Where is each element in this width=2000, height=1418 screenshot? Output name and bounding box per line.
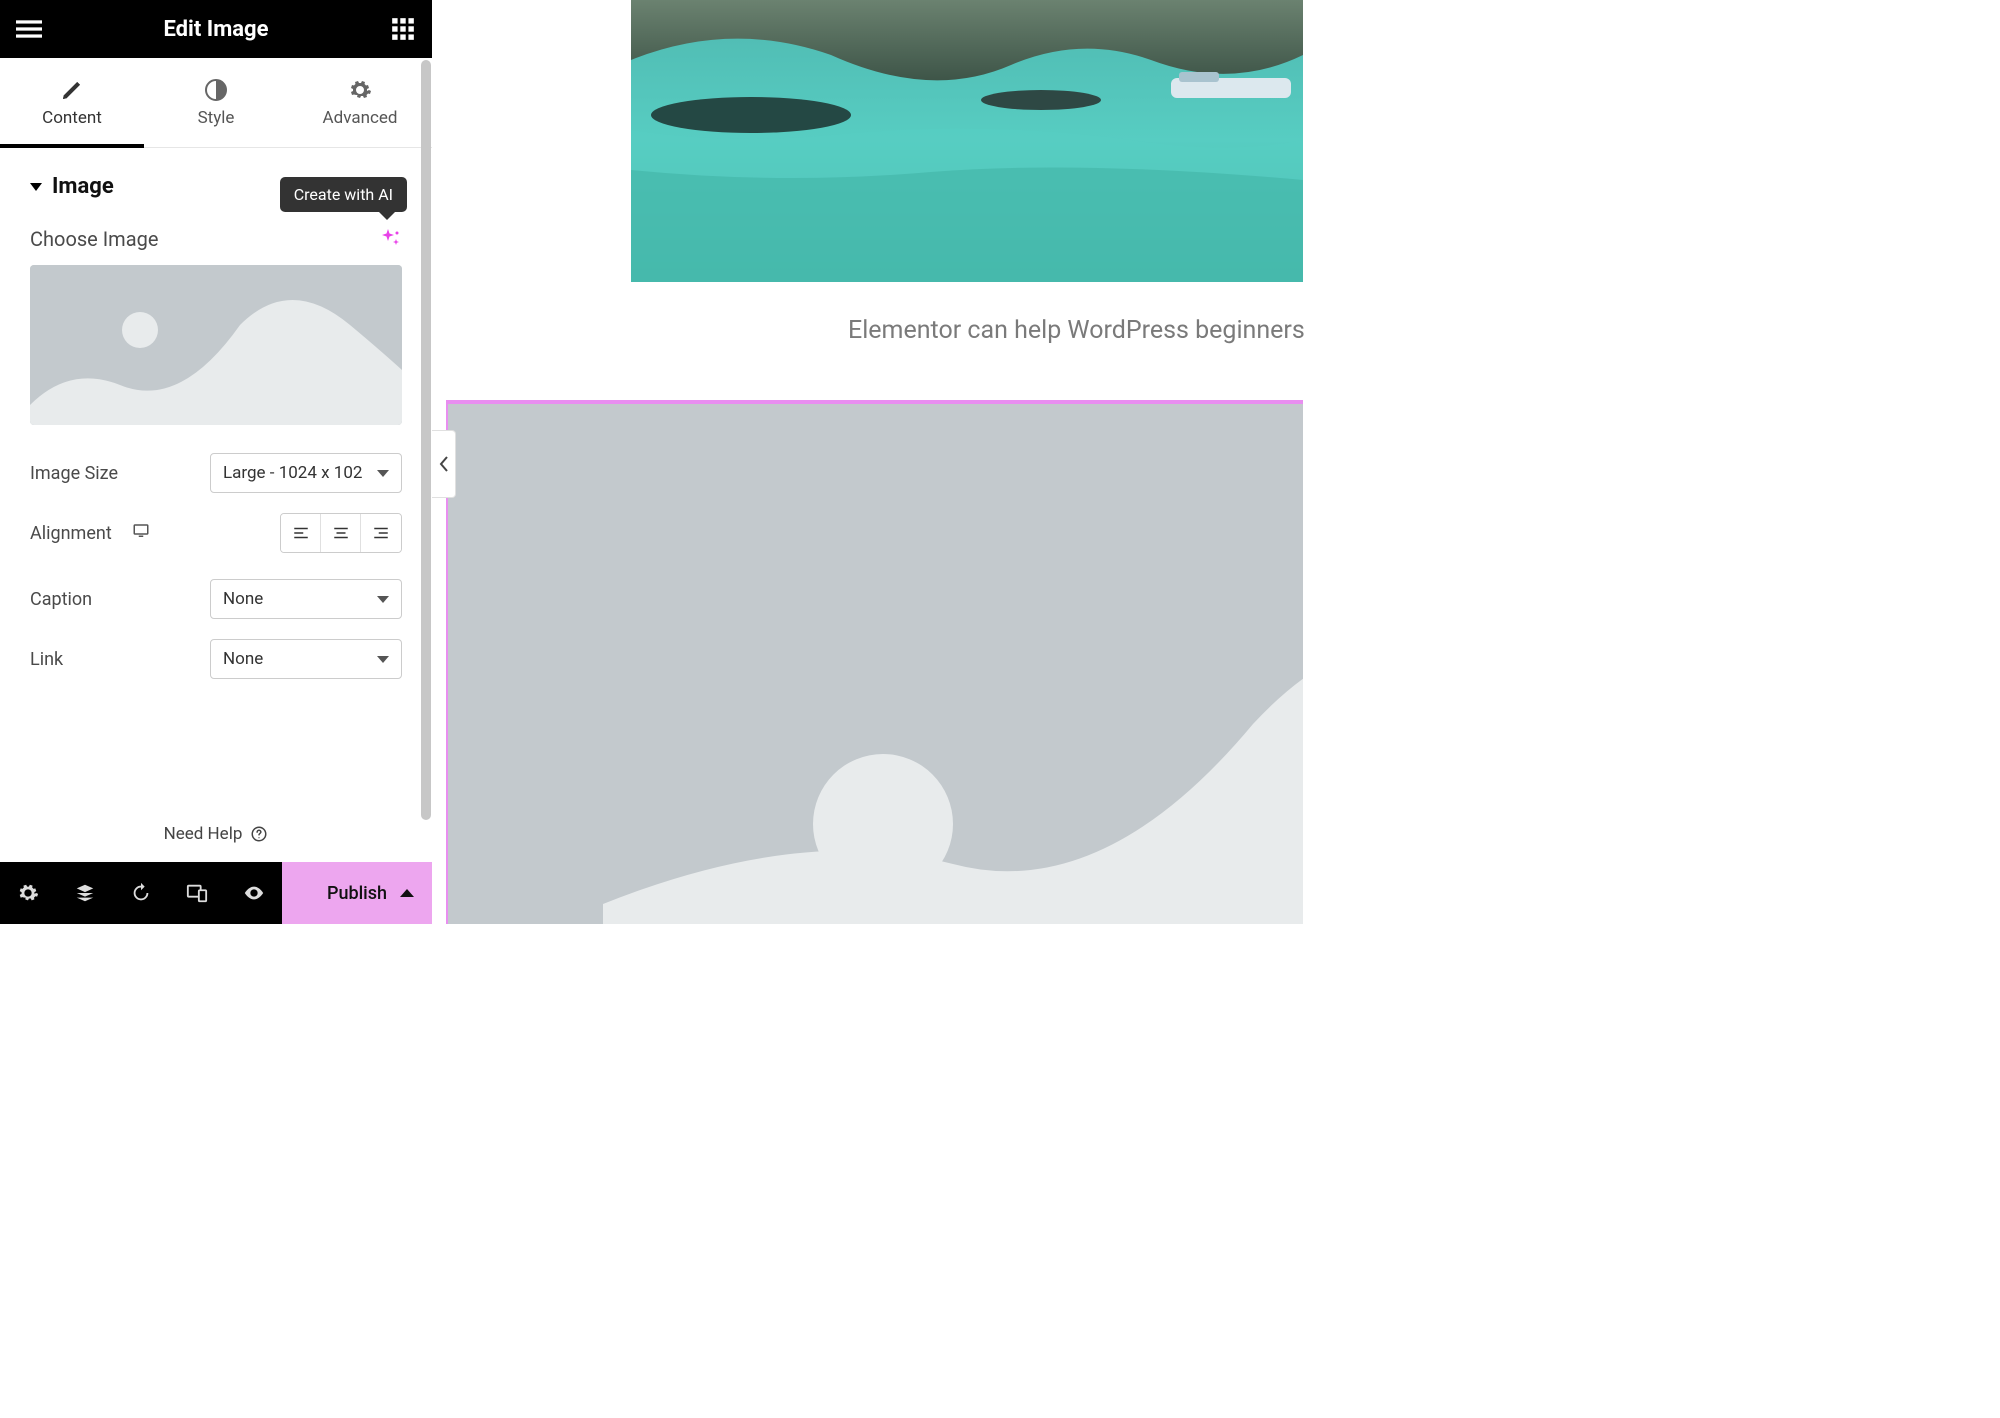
align-right-button[interactable] bbox=[361, 514, 401, 552]
tab-style-label: Style bbox=[198, 108, 235, 128]
publish-button[interactable]: Publish bbox=[282, 862, 432, 924]
preview-icon[interactable] bbox=[226, 862, 282, 924]
align-left-button[interactable] bbox=[281, 514, 321, 552]
link-value: None bbox=[223, 649, 263, 669]
chevron-down-icon bbox=[377, 470, 389, 477]
need-help-label: Need Help bbox=[164, 824, 243, 844]
canvas-hero-image[interactable] bbox=[631, 0, 1303, 282]
image-picker[interactable] bbox=[30, 265, 402, 425]
caption-value: None bbox=[223, 589, 263, 609]
history-icon[interactable] bbox=[113, 862, 169, 924]
responsive-desktop-icon[interactable] bbox=[132, 522, 150, 544]
link-label: Link bbox=[30, 649, 63, 670]
panel-header: Edit Image bbox=[0, 0, 432, 58]
responsive-icon[interactable] bbox=[169, 862, 225, 924]
selected-image-widget[interactable] bbox=[446, 400, 1303, 924]
align-center-button[interactable] bbox=[321, 514, 361, 552]
caption-label: Caption bbox=[30, 589, 92, 610]
tab-advanced-label: Advanced bbox=[323, 108, 398, 128]
panel-title: Edit Image bbox=[44, 17, 388, 42]
panel-collapse-handle[interactable] bbox=[432, 430, 456, 498]
settings-icon[interactable] bbox=[0, 862, 56, 924]
pencil-icon bbox=[60, 78, 84, 102]
editor-canvas: Elementor can help WordPress beginners bbox=[432, 0, 1303, 924]
canvas-caption-text[interactable]: Elementor can help WordPress beginners bbox=[848, 316, 1303, 345]
choose-image-label: Choose Image bbox=[30, 227, 158, 251]
create-with-ai-button[interactable]: Create with AI bbox=[378, 227, 402, 251]
tab-advanced[interactable]: Advanced bbox=[288, 58, 432, 147]
sparkle-icon bbox=[378, 227, 402, 251]
chevron-up-icon bbox=[400, 889, 414, 897]
tab-content-label: Content bbox=[42, 108, 102, 128]
ai-tooltip: Create with AI bbox=[280, 177, 407, 212]
panel-scrollbar-thumb[interactable] bbox=[421, 60, 431, 820]
caption-select[interactable]: None bbox=[210, 579, 402, 619]
need-help-link[interactable]: Need Help bbox=[0, 814, 432, 862]
image-size-value: Large - 1024 x 102 bbox=[223, 463, 362, 483]
gear-icon bbox=[348, 78, 372, 102]
chevron-down-icon bbox=[377, 656, 389, 663]
contrast-icon bbox=[204, 78, 228, 102]
navigator-icon[interactable] bbox=[56, 862, 112, 924]
alignment-buttons bbox=[280, 513, 402, 553]
image-size-select[interactable]: Large - 1024 x 102 bbox=[210, 453, 402, 493]
chevron-down-icon bbox=[377, 596, 389, 603]
tab-style[interactable]: Style bbox=[144, 58, 288, 147]
caret-down-icon bbox=[30, 183, 42, 191]
help-icon bbox=[250, 825, 268, 843]
alignment-label: Alignment bbox=[30, 523, 112, 544]
publish-label: Publish bbox=[327, 883, 387, 904]
tab-content[interactable]: Content bbox=[0, 58, 144, 147]
section-title: Image bbox=[52, 174, 114, 199]
menu-icon[interactable] bbox=[14, 14, 44, 44]
chevron-left-icon bbox=[439, 456, 449, 472]
widgets-grid-icon[interactable] bbox=[388, 14, 418, 44]
image-size-label: Image Size bbox=[30, 463, 118, 484]
link-select[interactable]: None bbox=[210, 639, 402, 679]
